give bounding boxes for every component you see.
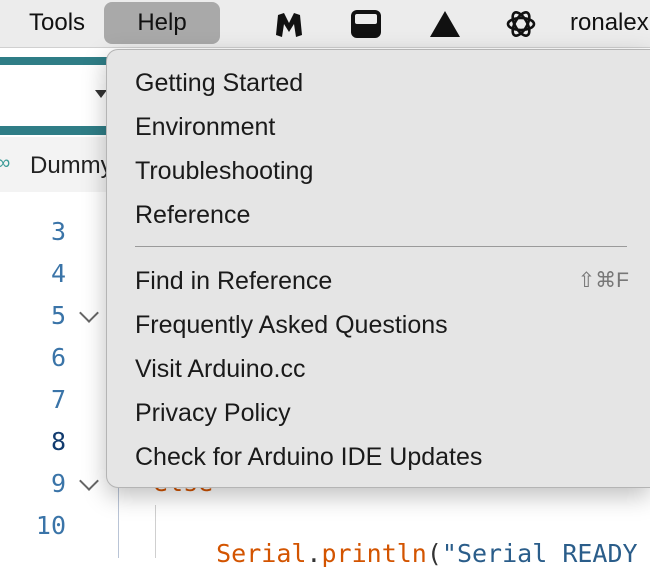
display-icon[interactable] [349,7,383,41]
editor-border [118,485,119,558]
line-number: 9 [50,469,66,498]
fold-chevron-icon[interactable] [79,303,99,323]
fold-chevron-icon[interactable] [79,471,99,491]
malwarebytes-icon[interactable] [272,7,306,41]
menu-item-faq[interactable]: Frequently Asked Questions [135,305,448,345]
code-token-dot: . [306,539,322,568]
line-number-current: 8 [50,427,66,456]
line-number: 7 [50,385,66,414]
menu-item-visit-arduino[interactable]: Visit Arduino.cc [135,349,305,389]
menu-item-find-in-reference[interactable]: Find in Reference [135,261,332,301]
menu-separator [135,246,627,247]
line-number: 4 [50,259,66,288]
board-selector[interactable] [0,65,110,125]
code-line-10: Serial.println("Serial READY [186,510,638,568]
line-number: 5 [50,301,66,330]
code-token-string: "Serial READY [441,539,638,568]
menu-item-getting-started[interactable]: Getting Started [135,63,303,103]
line-number: 10 [35,511,66,540]
infinity-icon: ∞ [0,152,11,174]
menu-tools[interactable]: Tools [17,2,97,44]
editor-tab-label[interactable]: Dummy [30,152,113,180]
menu-bar: Tools Help ronalex [0,0,650,48]
menu-item-troubleshooting[interactable]: Troubleshooting [135,151,313,191]
indent-guide [155,505,156,558]
menu-item-environment[interactable]: Environment [135,107,275,147]
openai-icon[interactable] [504,7,538,41]
toolbar-bottom-bar [0,126,110,135]
line-number: 6 [50,343,66,372]
code-token-paren: ( [426,539,442,568]
help-menu: Getting Started Environment Troubleshoot… [106,49,650,488]
code-token-serial: Serial [216,539,307,568]
vercel-triangle-icon[interactable] [428,7,462,41]
menu-item-check-updates[interactable]: Check for Arduino IDE Updates [135,437,482,477]
menu-help[interactable]: Help [104,2,220,44]
line-number: 3 [50,217,66,246]
shortcut-find-in-reference: ⇧⌘F [577,269,629,292]
menu-item-privacy-policy[interactable]: Privacy Policy [135,393,291,433]
code-token-println: println [321,539,427,568]
menu-item-reference[interactable]: Reference [135,195,250,235]
user-name[interactable]: ronalex [570,2,649,44]
